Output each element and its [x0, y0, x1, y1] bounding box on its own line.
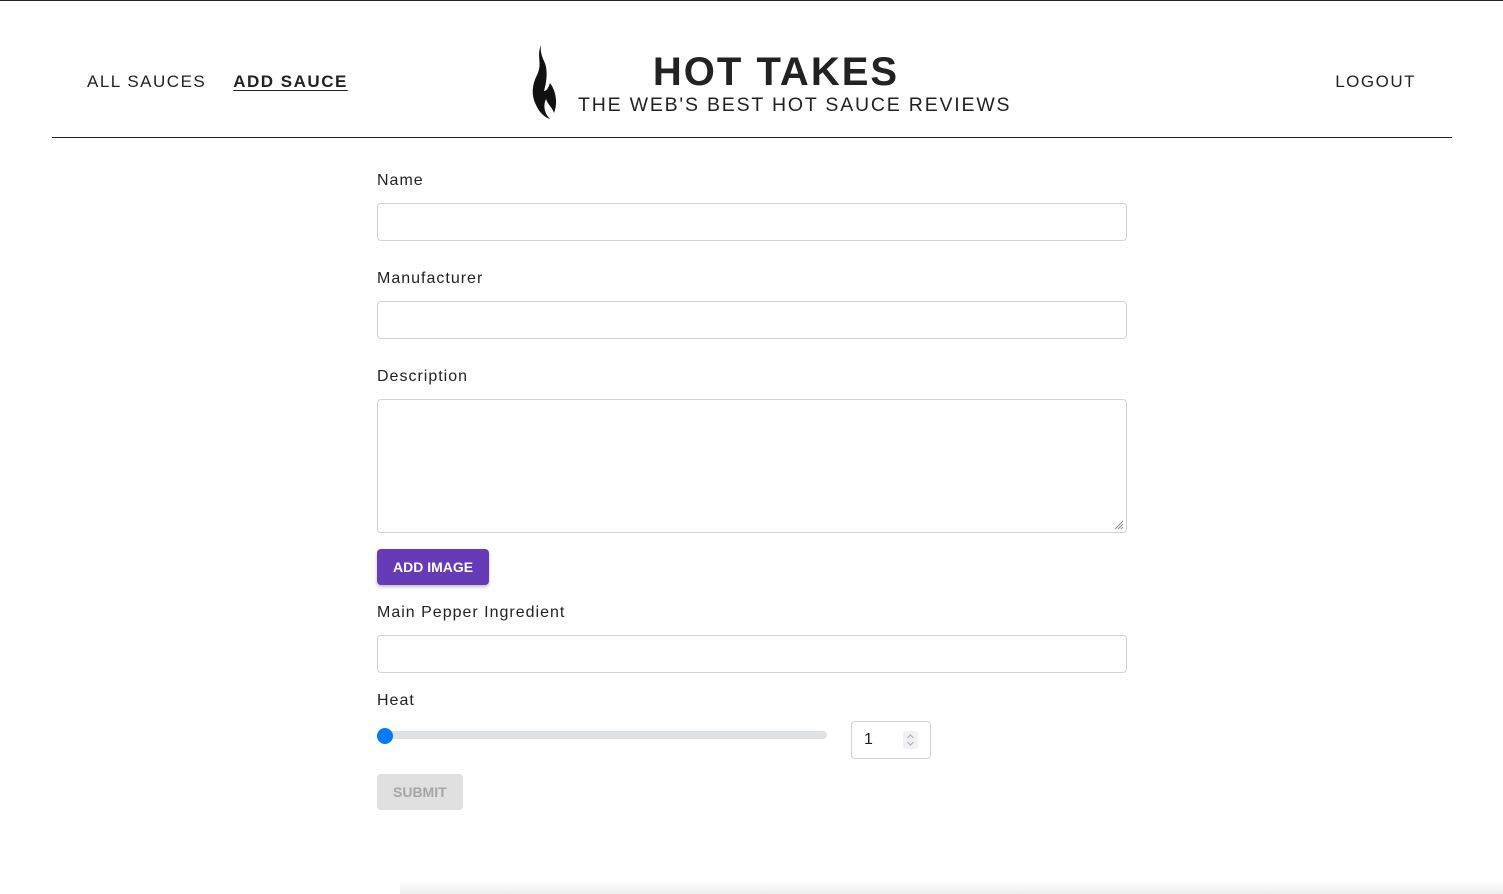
manufacturer-label: Manufacturer: [377, 270, 484, 287]
app-header: ALL SAUCES ADD SAUCE HOT TAKES THE WEB'S…: [52, 1, 1452, 138]
main-pepper-label: Main Pepper Ingredient: [377, 604, 566, 621]
stepper-arrows-icon[interactable]: [903, 731, 918, 749]
submit-button[interactable]: SUBMIT: [377, 774, 463, 810]
name-label: Name: [377, 172, 424, 189]
heat-control: 1: [377, 721, 1127, 769]
site-title: HOT TAKES: [652, 50, 900, 94]
heat-number-input[interactable]: 1: [851, 721, 931, 759]
main-nav: ALL SAUCES ADD SAUCE: [87, 72, 348, 92]
add-image-button[interactable]: ADD IMAGE: [377, 549, 490, 585]
resize-grip-icon[interactable]: [1114, 520, 1124, 530]
heat-label: Heat: [377, 692, 415, 709]
heat-slider-track[interactable]: [377, 731, 827, 739]
name-input[interactable]: [377, 203, 1127, 241]
brand-logo[interactable]: HOT TAKES THE WEB'S BEST HOT SAUCE REVIE…: [530, 43, 1010, 121]
add-sauce-form: Name Manufacturer Description ADD IMAGE …: [377, 171, 1127, 810]
page-bottom-shadow: [400, 881, 1503, 894]
manufacturer-input[interactable]: [377, 301, 1127, 339]
main-pepper-input[interactable]: [377, 635, 1127, 673]
site-subtitle: THE WEB'S BEST HOT SAUCE REVIEWS: [578, 94, 1012, 116]
flame-icon: [532, 45, 557, 119]
description-textarea[interactable]: [377, 399, 1127, 533]
account-nav: LOGOUT: [1335, 72, 1416, 92]
description-label: Description: [377, 368, 469, 385]
nav-all-sauces-link[interactable]: ALL SAUCES: [87, 72, 206, 92]
nav-add-sauce-link[interactable]: ADD SAUCE: [233, 72, 348, 92]
logout-link[interactable]: LOGOUT: [1335, 72, 1416, 91]
heat-number-value: 1: [864, 731, 873, 748]
heat-slider-thumb[interactable]: [377, 728, 393, 744]
